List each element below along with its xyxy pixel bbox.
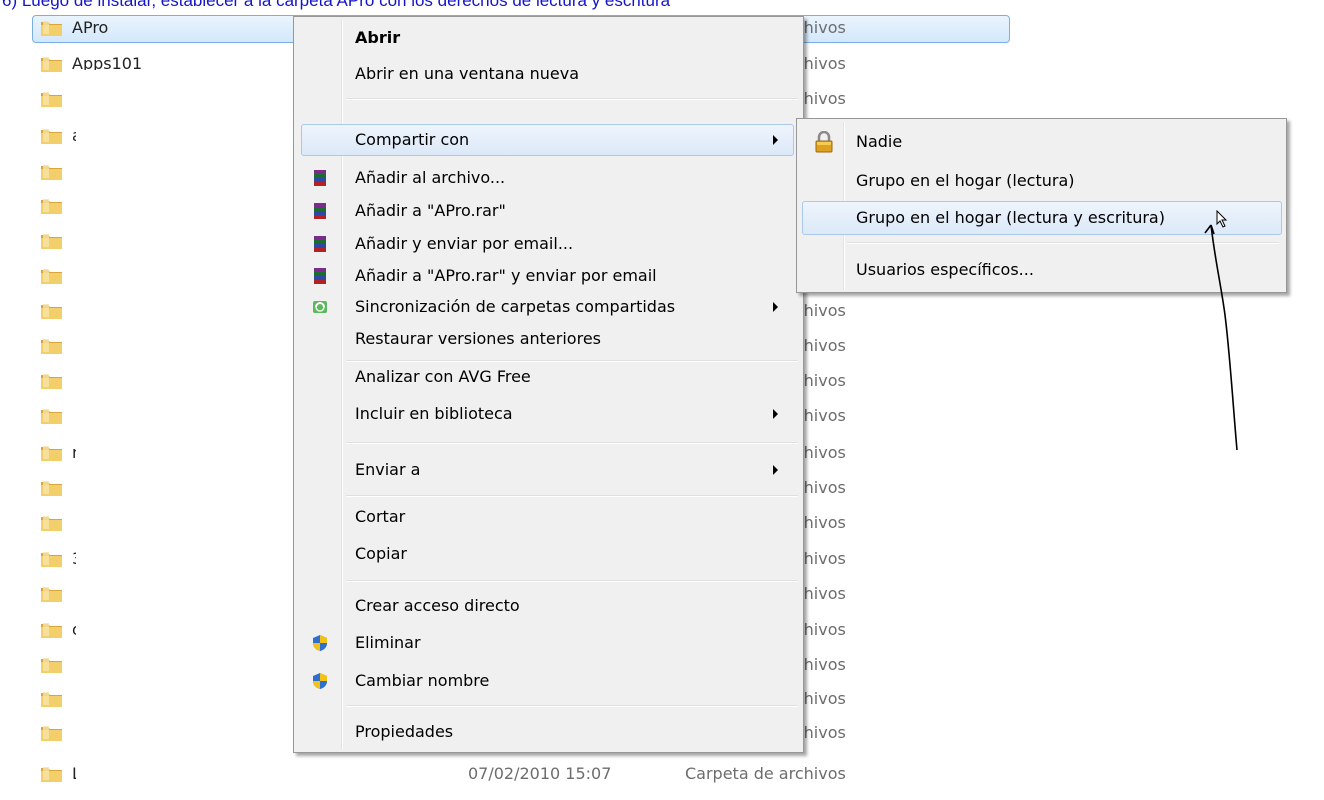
submenu-item-label: Nadie	[856, 132, 903, 151]
menu-item-label: Eliminar	[355, 633, 421, 652]
menu-item-label: Crear acceso directo	[355, 596, 520, 615]
file-date: 07/02/2010 15:07	[468, 764, 612, 783]
uac-shield-icon	[313, 635, 327, 651]
folder-icon	[41, 658, 62, 673]
uac-shield-icon	[313, 673, 327, 689]
menu-item-label: Compartir con	[355, 130, 470, 149]
menu-item-scan-avg[interactable]: Analizar con AVG Free	[297, 360, 800, 394]
sync-icon	[313, 301, 327, 313]
folder-icon	[41, 165, 62, 180]
folder-icon	[41, 726, 62, 741]
folder-icon	[41, 129, 62, 144]
menu-item-share-with[interactable]: Compartir con	[297, 123, 800, 157]
submenu-item-label: Grupo en el hogar (lectura)	[856, 171, 1075, 190]
menu-item-properties[interactable]: Propiedades	[297, 715, 800, 749]
menu-item-label: Cortar	[355, 507, 406, 526]
folder-icon	[41, 21, 62, 36]
folder-icon	[41, 623, 62, 638]
menu-item-label: Propiedades	[355, 722, 454, 741]
annotation-arrow	[1204, 224, 1238, 451]
menu-item-label: Sincronización de carpetas compartidas	[355, 297, 676, 316]
menu-separator	[346, 580, 798, 582]
menu-item-restore-previous-versions[interactable]: Restaurar versiones anteriores	[297, 322, 800, 356]
menu-item-label: Abrir	[355, 28, 401, 47]
folder-icon	[41, 269, 62, 284]
menu-separator	[346, 98, 798, 100]
menu-item-label: Restaurar versiones anteriores	[355, 329, 601, 348]
folder-icon	[41, 374, 62, 389]
folder-icon	[41, 516, 62, 531]
submenu-item-label: Grupo en el hogar (lectura y escritura)	[856, 208, 1165, 227]
winrar-icon	[314, 203, 326, 219]
menu-item-label: Cambiar nombre	[355, 671, 490, 690]
menu-item-open[interactable]: Abrir	[297, 21, 800, 55]
menu-item-label: Abrir en una ventana nueva	[355, 64, 579, 83]
menu-item-label: Analizar con AVG Free	[355, 367, 531, 386]
menu-separator	[346, 705, 798, 707]
folder-icon	[41, 409, 62, 424]
menu-separator	[346, 442, 798, 444]
menu-item-send-to[interactable]: Enviar a	[297, 453, 800, 487]
file-name: APro	[72, 18, 109, 37]
menu-item-add-apro-rar-and-email[interactable]: Añadir a "APro.rar" y enviar por email	[297, 259, 800, 293]
menu-item-add-and-email[interactable]: Añadir y enviar por email...	[297, 227, 800, 261]
folder-icon	[41, 481, 62, 496]
menu-item-label: Añadir al archivo...	[355, 168, 506, 187]
menu-item-rename[interactable]: Cambiar nombre	[297, 664, 800, 698]
menu-item-add-to-apro-rar[interactable]: Añadir a "APro.rar"	[297, 194, 800, 228]
menu-separator	[346, 495, 798, 497]
folder-icon	[41, 587, 62, 602]
folder-icon	[41, 199, 62, 214]
submenu-arrow-icon	[773, 465, 778, 475]
folder-icon	[41, 304, 62, 319]
menu-item-delete[interactable]: Eliminar	[297, 626, 800, 660]
submenu-arrow-icon	[773, 135, 778, 145]
menu-item-label: Añadir y enviar por email...	[355, 234, 574, 253]
menu-item-copy[interactable]: Copiar	[297, 537, 800, 571]
folder-icon	[41, 234, 62, 249]
menu-item-label: Añadir a "APro.rar" y enviar por email	[355, 266, 657, 285]
share-homegroup-read[interactable]: Grupo en el hogar (lectura)	[800, 163, 1284, 199]
menu-item-label: Incluir en biblioteca	[355, 404, 513, 423]
submenu-arrow-icon	[773, 409, 778, 419]
context-menu: Abrir Abrir en una ventana nueva Compart…	[293, 16, 804, 753]
folder-icon	[41, 552, 62, 567]
menu-item-label: Añadir a "APro.rar"	[355, 201, 506, 220]
folder-icon	[41, 446, 62, 461]
menu-item-add-to-archive[interactable]: Añadir al archivo...	[297, 161, 800, 195]
redacted-area	[76, 70, 264, 798]
share-nobody[interactable]: Nadie	[800, 124, 1284, 160]
winrar-icon	[314, 170, 326, 186]
menu-item-create-shortcut[interactable]: Crear acceso directo	[297, 589, 800, 623]
mouse-cursor-icon	[1216, 210, 1228, 228]
folder-icon	[41, 339, 62, 354]
folder-icon	[41, 92, 62, 107]
menu-item-label: Enviar a	[355, 460, 421, 479]
menu-item-include-in-library[interactable]: Incluir en biblioteca	[297, 397, 800, 431]
menu-item-open-new-window[interactable]: Abrir en una ventana nueva	[297, 57, 800, 91]
folder-icon	[41, 57, 62, 72]
submenu-arrow-icon	[773, 302, 778, 312]
menu-item-cut[interactable]: Cortar	[297, 500, 800, 534]
winrar-icon	[314, 268, 326, 284]
lock-icon	[815, 131, 833, 153]
folder-icon	[41, 767, 62, 782]
file-type: Carpeta de archivos	[685, 764, 846, 783]
winrar-icon	[314, 236, 326, 252]
submenu-item-label: Usuarios específicos...	[856, 260, 1034, 279]
menu-item-label: Copiar	[355, 544, 407, 563]
menu-item-sync-shared-folders[interactable]: Sincronización de carpetas compartidas	[297, 290, 800, 324]
folder-icon	[41, 692, 62, 707]
